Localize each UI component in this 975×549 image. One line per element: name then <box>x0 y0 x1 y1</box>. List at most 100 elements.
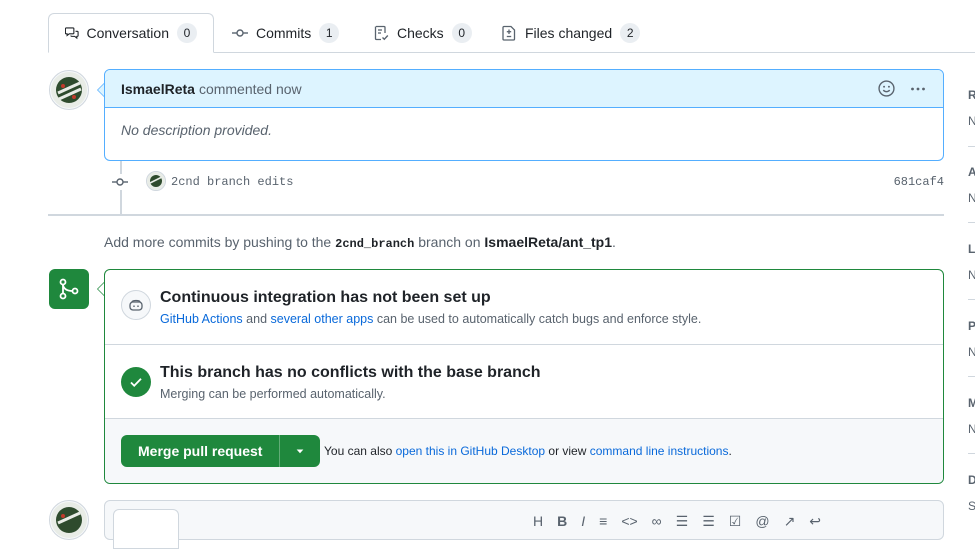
or-view: or view <box>548 444 587 458</box>
merge-options-dropdown[interactable] <box>280 435 320 467</box>
current-user-avatar[interactable] <box>49 500 89 540</box>
sidebar-divider <box>968 222 975 223</box>
hint-repo[interactable]: IsmaelReta/ant_tp1 <box>484 234 612 250</box>
ci-description: GitHub Actions and several other apps ca… <box>160 312 701 326</box>
ci-badge <box>121 290 151 320</box>
reply-icon[interactable]: ↩ <box>809 513 821 530</box>
sidebar-assignees-heading[interactable]: A <box>968 165 975 179</box>
checklist-icon <box>374 25 389 41</box>
link-icon[interactable]: ∞ <box>652 513 662 530</box>
tab-conversation-label: Conversation <box>86 25 170 41</box>
sidebar-divider <box>968 299 975 300</box>
comment-meta: commented now <box>198 80 302 97</box>
sidebar-labels-heading[interactable]: L <box>968 242 975 256</box>
sidebar-assignees-value: N <box>968 191 975 205</box>
also-suffix: . <box>728 444 732 458</box>
tab-commits[interactable]: Commits 1 <box>216 13 355 53</box>
tab-conversation-count: 0 <box>177 23 197 43</box>
conflicts-section: This branch has no conflicts with the ba… <box>105 345 943 419</box>
merge-box: Continuous integration has not been set … <box>104 269 944 484</box>
github-actions-link[interactable]: GitHub Actions <box>160 312 243 326</box>
commit-sha[interactable]: 681caf4 <box>894 175 944 189</box>
ci-title: Continuous integration has not been set … <box>160 289 491 306</box>
timeline-divider <box>48 214 944 216</box>
ci-and: and <box>246 312 268 326</box>
code-icon[interactable]: <> <box>621 513 637 530</box>
sidebar-development-heading[interactable]: D <box>968 473 975 487</box>
tab-conversation[interactable]: Conversation 0 <box>48 13 214 53</box>
avatar-image <box>51 502 87 538</box>
new-comment-box: H B I ≡ <> ∞ ☰ ☰ ☑ @ ↗ ↩ <box>104 500 944 549</box>
sidebar-labels-value: N <box>968 268 975 282</box>
git-merge-icon <box>59 278 79 300</box>
mention-icon[interactable]: @ <box>755 513 769 530</box>
check-icon <box>130 378 142 387</box>
also-prefix: You can also <box>324 444 393 458</box>
command-line-instructions-link[interactable]: command line instructions <box>590 444 729 458</box>
git-merge-badge <box>49 269 89 309</box>
conflicts-title: This branch has no conflicts with the ba… <box>160 364 541 381</box>
sidebar-projects-value: N <box>968 345 975 359</box>
ci-rest: can be used to automatically catch bugs … <box>376 312 702 326</box>
sidebar-divider <box>968 376 975 377</box>
markdown-toolbar: H B I ≡ <> ∞ ☰ ☰ ☑ @ ↗ ↩ <box>533 513 821 530</box>
quote-icon[interactable]: ≡ <box>599 513 607 530</box>
tab-checks-count: 0 <box>451 23 472 43</box>
merge-actions: Merge pull request You can also open thi… <box>105 419 943 483</box>
file-diff-icon <box>502 25 516 41</box>
smiley-icon[interactable] <box>878 80 895 97</box>
comment-discussion-icon <box>65 27 79 40</box>
tab-files-changed-label: Files changed <box>525 25 613 41</box>
avatar-image <box>51 72 87 108</box>
kebab-horizontal-icon[interactable] <box>909 81 927 97</box>
task-list-icon[interactable]: ☑ <box>729 513 742 530</box>
commit-message[interactable]: 2cnd branch edits <box>171 175 293 189</box>
hint-prefix: Add more commits by pushing to the <box>104 234 332 250</box>
sidebar-reviewers-heading[interactable]: R <box>968 88 975 102</box>
git-commit-icon <box>112 174 128 190</box>
comment-body: No description provided. <box>121 122 272 138</box>
cross-reference-icon[interactable]: ↗ <box>784 513 796 530</box>
hint-middle: branch on <box>418 234 481 250</box>
ci-section: Continuous integration has not been set … <box>105 270 943 345</box>
avatar[interactable] <box>49 70 89 110</box>
italic-icon[interactable]: I <box>581 513 585 530</box>
heading-icon[interactable]: H <box>533 513 543 530</box>
merge-alternatives: You can also open this in GitHub Desktop… <box>324 444 732 458</box>
comment-actions <box>878 80 927 97</box>
ordered-list-icon[interactable]: ☰ <box>702 513 715 530</box>
conflicts-subtitle: Merging can be performed automatically. <box>160 387 386 401</box>
commit-avatar-image <box>147 172 165 190</box>
copilot-icon <box>129 299 143 311</box>
tab-checks[interactable]: Checks 0 <box>357 13 488 53</box>
sidebar-divider <box>968 453 975 454</box>
sidebar-projects-heading[interactable]: P <box>968 319 975 333</box>
sidebar-milestone-value: N <box>968 422 975 436</box>
unordered-list-icon[interactable]: ☰ <box>676 513 689 530</box>
comment-header: IsmaelReta commented now <box>105 70 943 108</box>
tab-files-changed-count: 2 <box>620 23 641 43</box>
success-badge <box>121 367 151 397</box>
bold-icon[interactable]: B <box>557 513 567 530</box>
sidebar-divider <box>968 146 975 147</box>
push-hint: Add more commits by pushing to the 2cnd_… <box>104 234 616 251</box>
hint-suffix: . <box>612 234 616 250</box>
sidebar-milestone-heading[interactable]: M <box>968 396 975 410</box>
pr-sidebar: R N A N L N P N M N D S <box>962 0 975 523</box>
commit-avatar[interactable] <box>146 171 166 191</box>
tab-commits-label: Commits <box>256 25 312 41</box>
sidebar-development-value: S <box>968 499 975 513</box>
other-apps-link[interactable]: several other apps <box>271 312 374 326</box>
sidebar-reviewers-value: N <box>968 114 975 128</box>
merge-pull-request-button[interactable]: Merge pull request <box>121 435 281 467</box>
hint-branch: 2cnd_branch <box>335 237 415 251</box>
timeline-commit: 2cnd branch edits 681caf4 <box>104 170 944 194</box>
github-desktop-link[interactable]: open this in GitHub Desktop <box>396 444 545 458</box>
merge-button-group: Merge pull request <box>121 435 321 467</box>
tab-checks-label: Checks <box>397 25 444 41</box>
git-commit-icon <box>232 29 248 37</box>
tab-files-changed[interactable]: Files changed 2 <box>485 13 656 53</box>
pr-comment: IsmaelReta commented now No description … <box>104 69 944 161</box>
tab-write[interactable] <box>113 509 179 549</box>
comment-author[interactable]: IsmaelReta <box>121 81 195 97</box>
